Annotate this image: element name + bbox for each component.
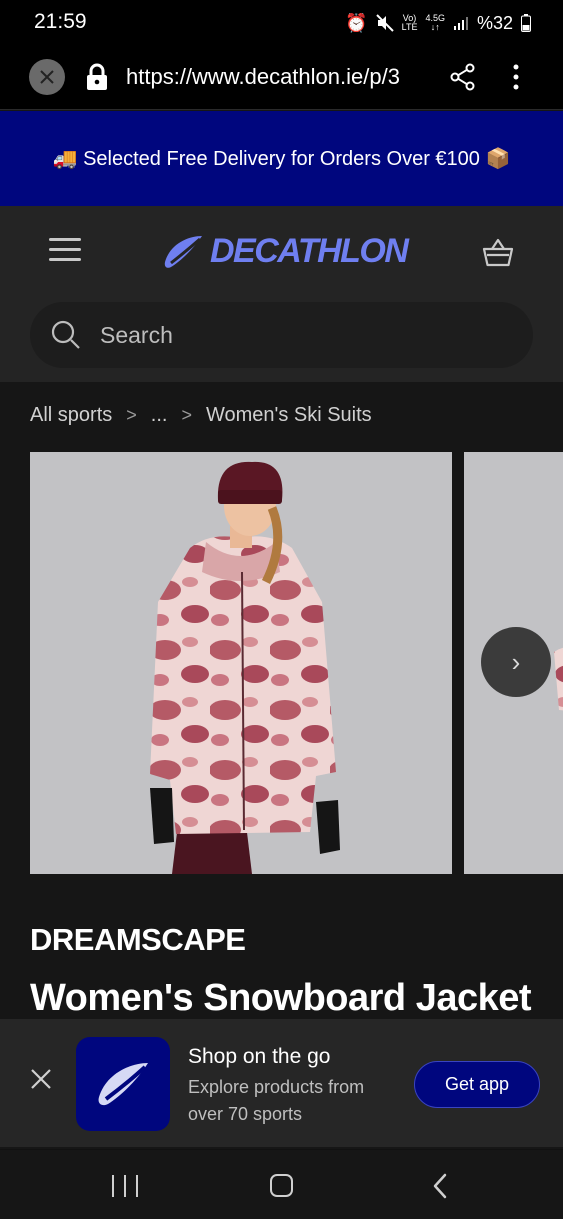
network-gen-indicator: 4.5G ↓↑ — [425, 13, 445, 32]
product-brand[interactable]: DREAMSCAPE — [30, 922, 246, 958]
product-image-main[interactable] — [30, 452, 452, 874]
lock-icon[interactable] — [84, 62, 110, 92]
volte-indicator: Vo) LTE — [401, 13, 418, 32]
logo-text: DECATHLON — [210, 232, 409, 270]
breadcrumb-separator: > — [181, 405, 192, 425]
close-icon[interactable] — [29, 1067, 53, 1091]
status-bar: 21:59 ⏰ Vo) LTE 4.5G ↓↑ %32 — [0, 0, 563, 46]
breadcrumb-item-womens-ski-suits[interactable]: Women's Ski Suits — [206, 404, 372, 427]
decathlon-swoosh-icon — [98, 1063, 148, 1106]
more-options-icon[interactable] — [505, 62, 527, 92]
search-input[interactable]: Search — [100, 322, 173, 349]
home-icon[interactable] — [270, 1174, 293, 1197]
app-promo-sheet: Shop on the go Explore products from ove… — [0, 1019, 563, 1147]
battery-icon — [521, 14, 531, 32]
browser-url-bar: https://www.decathlon.ie/p/3 — [0, 46, 563, 110]
recents-icon[interactable] — [112, 1175, 138, 1197]
signal-icon — [453, 17, 468, 30]
product-title: Women's Snowboard Jacket — [30, 977, 532, 1019]
app-promo-title: Shop on the go — [188, 1045, 331, 1068]
breadcrumb-item-ellipsis[interactable]: ... — [151, 404, 168, 427]
breadcrumb: All sports > ... > Women's Ski Suits — [30, 404, 372, 427]
status-time: 21:59 — [34, 10, 87, 33]
back-icon[interactable] — [430, 1172, 450, 1200]
chevron-right-icon: › — [511, 646, 521, 677]
app-promo-subtitle: Explore products from over 70 sports — [188, 1077, 365, 1124]
cart-icon[interactable] — [481, 236, 515, 270]
decathlon-logo[interactable]: DECATHLON — [162, 232, 409, 271]
gallery-next-button[interactable]: › — [481, 627, 551, 697]
mute-icon — [375, 14, 394, 32]
search-icon — [51, 320, 80, 349]
delivery-promo-text: 🚚 Selected Free Delivery for Orders Over… — [52, 148, 511, 170]
decathlon-swoosh-icon — [164, 235, 202, 268]
battery-percent: %32 — [476, 12, 513, 33]
breadcrumb-item-all-sports[interactable]: All sports — [30, 404, 112, 427]
breadcrumb-separator: > — [126, 405, 137, 425]
system-nav-bar — [0, 1149, 563, 1219]
url-field[interactable]: https://www.decathlon.ie/p/3 — [126, 64, 428, 90]
product-photo-illustration — [150, 461, 340, 874]
close-icon — [40, 70, 54, 84]
menu-icon[interactable] — [49, 238, 81, 266]
close-tab-button[interactable] — [29, 59, 65, 95]
get-app-button[interactable]: Get app — [414, 1061, 540, 1108]
search-bar[interactable]: Search — [30, 302, 533, 368]
alarm-icon: ⏰ — [345, 12, 368, 33]
app-icon — [76, 1037, 170, 1131]
delivery-promo-banner[interactable]: 🚚 Selected Free Delivery for Orders Over… — [0, 111, 563, 206]
share-icon[interactable] — [449, 63, 477, 91]
status-icons: ⏰ Vo) LTE 4.5G ↓↑ %32 — [345, 10, 531, 36]
